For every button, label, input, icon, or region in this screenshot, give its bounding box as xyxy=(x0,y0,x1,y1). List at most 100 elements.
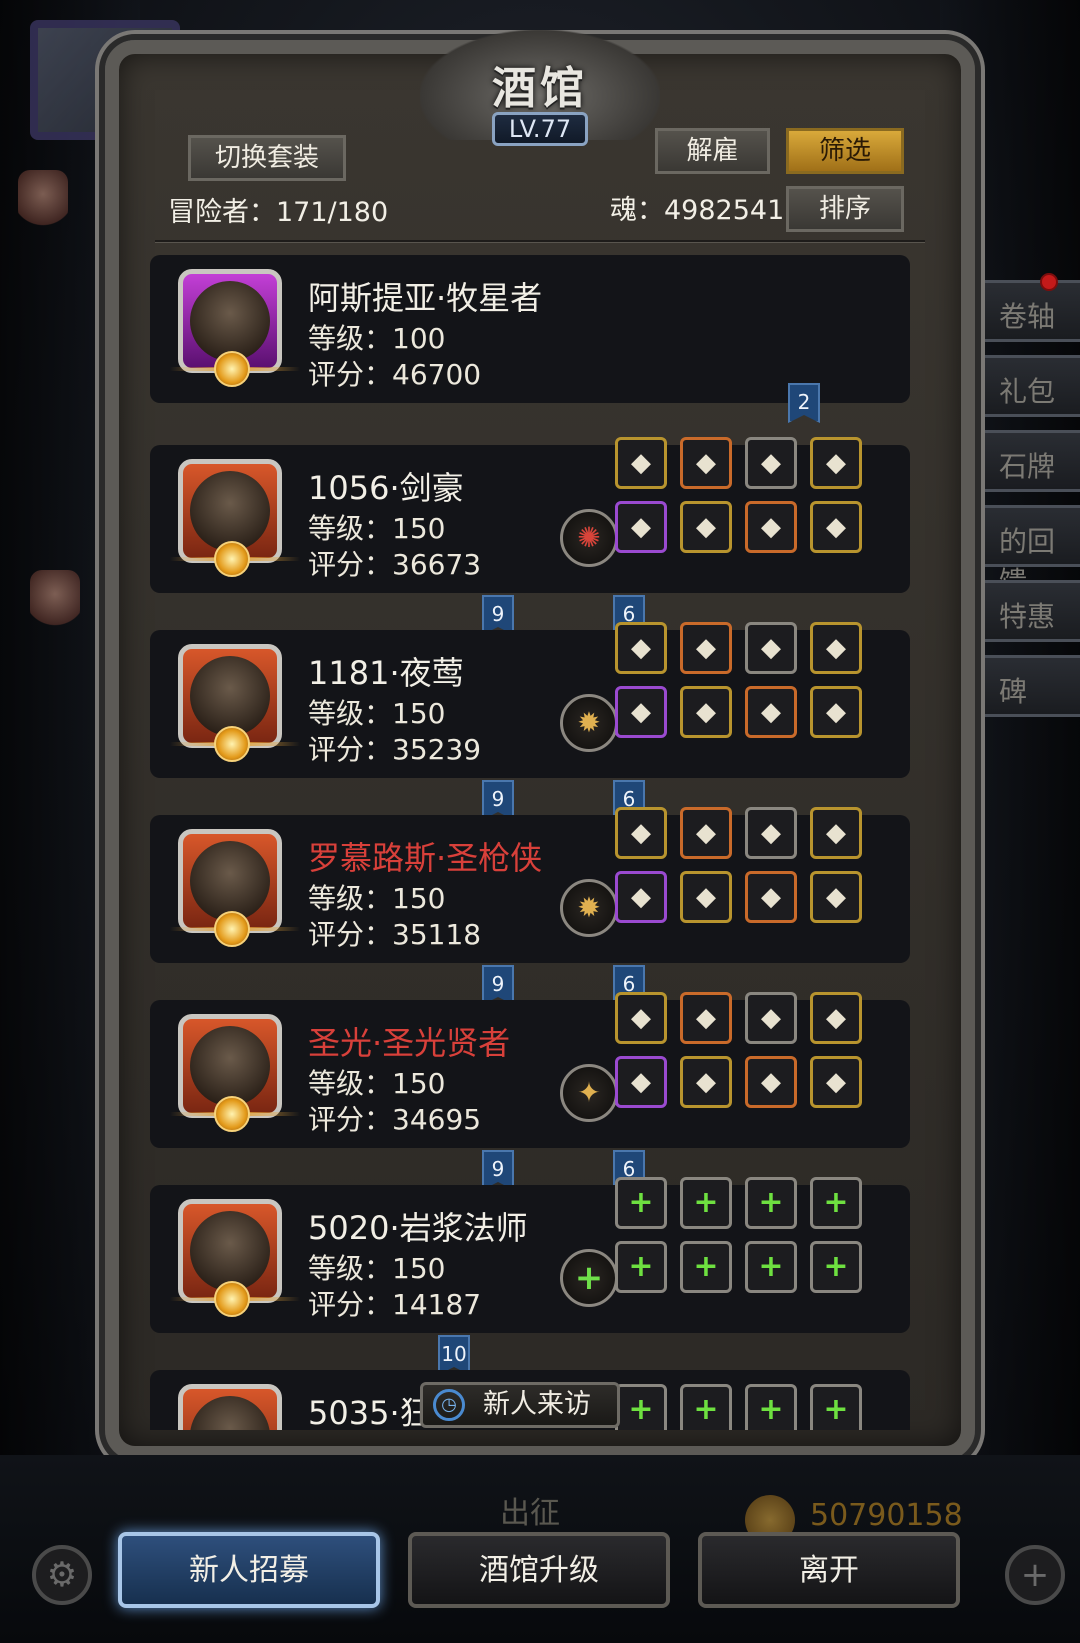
ring-equipment-icon[interactable]: ◆ xyxy=(810,1056,862,1108)
ring-equipment-icon[interactable]: ◆ xyxy=(810,871,862,923)
dragon-job-icon[interactable]: ✺ xyxy=(560,509,618,567)
book-equipment-icon[interactable]: ◆ xyxy=(745,807,797,859)
armor-equipment-icon[interactable]: ◆ xyxy=(680,686,732,738)
side-tab-gift[interactable]: 礼包 xyxy=(970,355,1080,417)
hero-level: 等级：150 xyxy=(308,882,446,915)
empty-equipment-slot[interactable]: + xyxy=(615,1384,667,1430)
star-rank-badge xyxy=(170,1281,300,1317)
empty-equipment-slot[interactable]: + xyxy=(810,1241,862,1293)
gun-equipment-icon[interactable]: ◆ xyxy=(615,871,667,923)
side-tab-label: 礼包 xyxy=(999,375,1056,408)
gem-equipment-icon[interactable]: ◆ xyxy=(680,622,732,674)
leave-button[interactable]: 离开 xyxy=(698,1532,960,1608)
crown-equipment-icon[interactable]: ◆ xyxy=(615,807,667,859)
crystal-equipment-icon[interactable]: ◆ xyxy=(745,992,797,1044)
ring-equipment-icon[interactable]: ◆ xyxy=(810,501,862,553)
wing-job-icon[interactable]: ✦ xyxy=(560,1064,618,1122)
side-tab-feedback[interactable]: 的回馈 xyxy=(970,505,1080,598)
tavern-upgrade-button[interactable]: 酒馆升级 xyxy=(408,1532,670,1608)
armor-equipment-icon[interactable]: ◆ xyxy=(680,871,732,923)
hero-name: 5020·岩浆法师 xyxy=(308,1209,528,1247)
bracer-equipment-icon[interactable]: ◆ xyxy=(745,871,797,923)
stone-equipment-icon[interactable]: ◆ xyxy=(810,622,862,674)
hero-level: 等级：100 xyxy=(308,322,446,355)
add-job-icon[interactable]: + xyxy=(560,1249,618,1307)
hero-name: 圣光·圣光贤者 xyxy=(308,1024,511,1062)
hero-row[interactable]: 圣光·圣光贤者 等级：150 评分：34695 ✦ ◆ ◆ ◆ ◆ ◆ ◆ ◆ ◆ xyxy=(150,992,910,1148)
filter-button[interactable]: 筛选 xyxy=(786,128,904,174)
hero-name: 1056·剑豪 xyxy=(308,469,464,507)
star-rank-badge xyxy=(170,911,300,947)
switch-outfit-button[interactable]: 切换套装 xyxy=(188,135,346,181)
add-icon[interactable]: + xyxy=(1005,1545,1065,1605)
lantern-decoration xyxy=(18,170,68,230)
star-rank-badge xyxy=(170,541,300,577)
fire-orb-equipment-icon[interactable]: ◆ xyxy=(680,437,732,489)
armor-equipment-icon[interactable]: ◆ xyxy=(680,501,732,553)
dagger-equipment-icon[interactable]: ◆ xyxy=(615,686,667,738)
recruit-button[interactable]: 新人招募 xyxy=(118,1532,380,1608)
side-tab-stone[interactable]: 石牌 xyxy=(970,430,1080,492)
ring-equipment-icon[interactable]: ◆ xyxy=(745,686,797,738)
empty-equipment-slot[interactable]: + xyxy=(810,1177,862,1229)
new-visitor-button[interactable]: ◷ 新人来访 xyxy=(420,1382,620,1428)
laurel-job-icon[interactable]: ✹ xyxy=(560,879,618,937)
gloves-equipment-icon[interactable]: ◆ xyxy=(810,686,862,738)
side-tab-label: 卷轴 xyxy=(999,300,1056,333)
halo-equipment-icon[interactable]: ◆ xyxy=(615,992,667,1044)
hero-level: 等级：150 xyxy=(308,1067,446,1100)
star-rank-badge xyxy=(170,351,300,387)
hero-row[interactable]: 5020·岩浆法师 等级：150 评分：14187 + + + + + + + + + xyxy=(150,1177,910,1333)
empty-equipment-slot[interactable]: + xyxy=(745,1241,797,1293)
empty-equipment-slot[interactable]: + xyxy=(615,1177,667,1229)
empty-equipment-slot[interactable]: + xyxy=(680,1177,732,1229)
side-tab-special[interactable]: 特惠 xyxy=(970,580,1080,642)
hero-row[interactable]: 1056·剑豪 等级：150 评分：36673 ✺ ◆ ◆ ◆ ◆ ◆ ◆ ◆ ◆ xyxy=(150,437,910,593)
laurel-job-icon[interactable]: ✹ xyxy=(560,694,618,752)
hero-level: 等级：150 xyxy=(308,697,446,730)
side-tab-label: 石牌 xyxy=(999,450,1056,483)
halo-equipment-icon[interactable]: ◆ xyxy=(615,622,667,674)
upgrade-count-flag: 9 xyxy=(482,1150,514,1190)
berserker-portrait[interactable] xyxy=(178,1384,282,1430)
goggles-equipment-icon[interactable]: ◆ xyxy=(810,807,862,859)
sort-button[interactable]: 排序 xyxy=(786,186,904,232)
side-tab-label: 碑 xyxy=(999,675,1028,708)
empty-equipment-slot[interactable]: + xyxy=(745,1177,797,1229)
upgrade-count-flag: 10 xyxy=(438,1335,470,1375)
gloves-equipment-icon[interactable]: ◆ xyxy=(745,1056,797,1108)
empty-equipment-slot[interactable]: + xyxy=(680,1384,732,1430)
gem-equipment-icon[interactable]: ◆ xyxy=(680,807,732,859)
hero-row[interactable]: 阿斯提亚·牧星者 等级：100 评分：46700 xyxy=(150,255,910,403)
rank-medal-icon xyxy=(214,541,250,577)
side-tab-stele[interactable]: 碑 xyxy=(970,655,1080,717)
empty-equipment-slot[interactable]: + xyxy=(745,1384,797,1430)
soul-count: 魂：4982541 xyxy=(610,195,785,226)
hero-list[interactable]: 阿斯提亚·牧星者 等级：100 评分：46700 2 1056·剑豪 等级：150 评分：3… xyxy=(150,255,920,1430)
hero-row[interactable]: 1181·夜莺 等级：150 评分：35239 ✹ ◆ ◆ ◆ ◆ ◆ ◆ ◆ ◆ xyxy=(150,622,910,778)
feather-equipment-icon[interactable]: ◆ xyxy=(745,437,797,489)
goggles-equipment-icon[interactable]: ◆ xyxy=(810,992,862,1044)
empty-equipment-slot[interactable]: + xyxy=(810,1384,862,1430)
star-rank-badge xyxy=(170,1096,300,1132)
expedition-label: 出征 xyxy=(500,1496,560,1531)
robe-equipment-icon[interactable]: ◆ xyxy=(680,1056,732,1108)
empty-equipment-slot[interactable]: + xyxy=(680,1241,732,1293)
upgrade-count-flag: 9 xyxy=(482,965,514,1005)
settings-gear-icon[interactable]: ⚙ xyxy=(32,1545,92,1605)
gauntlet-equipment-icon[interactable]: ◆ xyxy=(745,501,797,553)
notification-dot xyxy=(1040,273,1058,291)
lantern-equipment-icon[interactable]: ◆ xyxy=(810,437,862,489)
side-tab-scroll[interactable]: 卷轴 xyxy=(970,273,1080,342)
panel-title: 酒馆 xyxy=(492,63,588,114)
gem-equipment-icon[interactable]: ◆ xyxy=(680,992,732,1044)
staff-equipment-icon[interactable]: ◆ xyxy=(615,1056,667,1108)
crown-equipment-icon[interactable]: ◆ xyxy=(615,437,667,489)
hero-level: 等级：150 xyxy=(308,1252,446,1285)
hero-row[interactable]: 罗慕路斯·圣枪侠 等级：150 评分：35118 ✹ ◆ ◆ ◆ ◆ ◆ ◆ ◆ ◆ xyxy=(150,807,910,963)
talisman-equipment-icon[interactable]: ◆ xyxy=(745,622,797,674)
empty-equipment-slot[interactable]: + xyxy=(615,1241,667,1293)
sword-equipment-icon[interactable]: ◆ xyxy=(615,501,667,553)
rank-medal-icon xyxy=(214,351,250,387)
dismiss-button[interactable]: 解雇 xyxy=(655,128,770,174)
